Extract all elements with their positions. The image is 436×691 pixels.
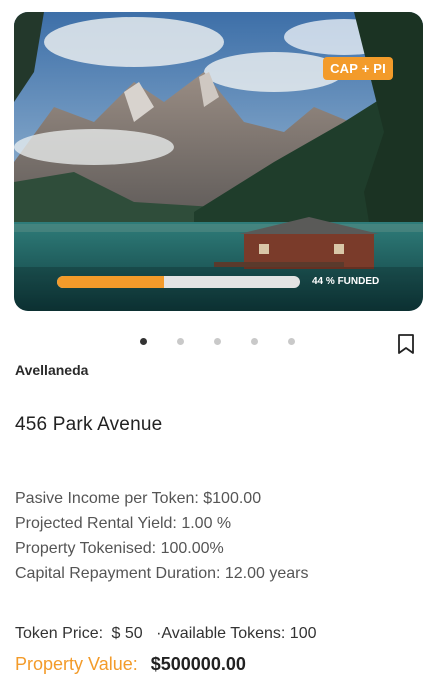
- cap-pi-badge: CAP + PI: [323, 57, 393, 80]
- property-card[interactable]: CAP + PI 44 % FUNDED Avellaneda 456 Park…: [0, 0, 436, 691]
- token-price: $ 50: [111, 625, 143, 642]
- property-value-amount: $500000.00: [150, 654, 246, 674]
- bookmark-icon[interactable]: [397, 333, 415, 355]
- tokenised-stat: Property Tokenised: 100.00%: [15, 540, 224, 557]
- carousel-dot[interactable]: [288, 338, 295, 345]
- property-stats: Pasive Income per Token: $100.00 Project…: [15, 486, 309, 586]
- property-location: Avellaneda: [15, 362, 89, 378]
- carousel-dot[interactable]: [251, 338, 258, 345]
- carousel-dot[interactable]: [177, 338, 184, 345]
- repayment-duration-stat: Capital Repayment Duration: 12.00 years: [15, 565, 309, 582]
- carousel-dots: [140, 338, 295, 345]
- funding-progress-bar: [57, 276, 300, 288]
- property-value-label: Property Value:: [15, 654, 138, 674]
- carousel-dot[interactable]: [140, 338, 147, 345]
- property-value: Property Value: $500000.00: [15, 654, 246, 675]
- token-price-label: Token Price:: [15, 625, 104, 642]
- rental-yield-stat: Projected Rental Yield: 1.00 %: [15, 515, 232, 532]
- carousel-dot[interactable]: [214, 338, 221, 345]
- passive-income-stat: Pasive Income per Token: $100.00: [15, 490, 262, 507]
- property-image[interactable]: CAP + PI: [14, 12, 423, 311]
- property-title[interactable]: 456 Park Avenue: [15, 414, 162, 436]
- funded-label: 44 % FUNDED: [312, 276, 380, 287]
- funding-progress-fill: [57, 276, 164, 288]
- token-info: Token Price: $ 50 ·Available Tokens: 100: [15, 625, 317, 643]
- available-tokens: ·Available Tokens: 100: [156, 625, 317, 642]
